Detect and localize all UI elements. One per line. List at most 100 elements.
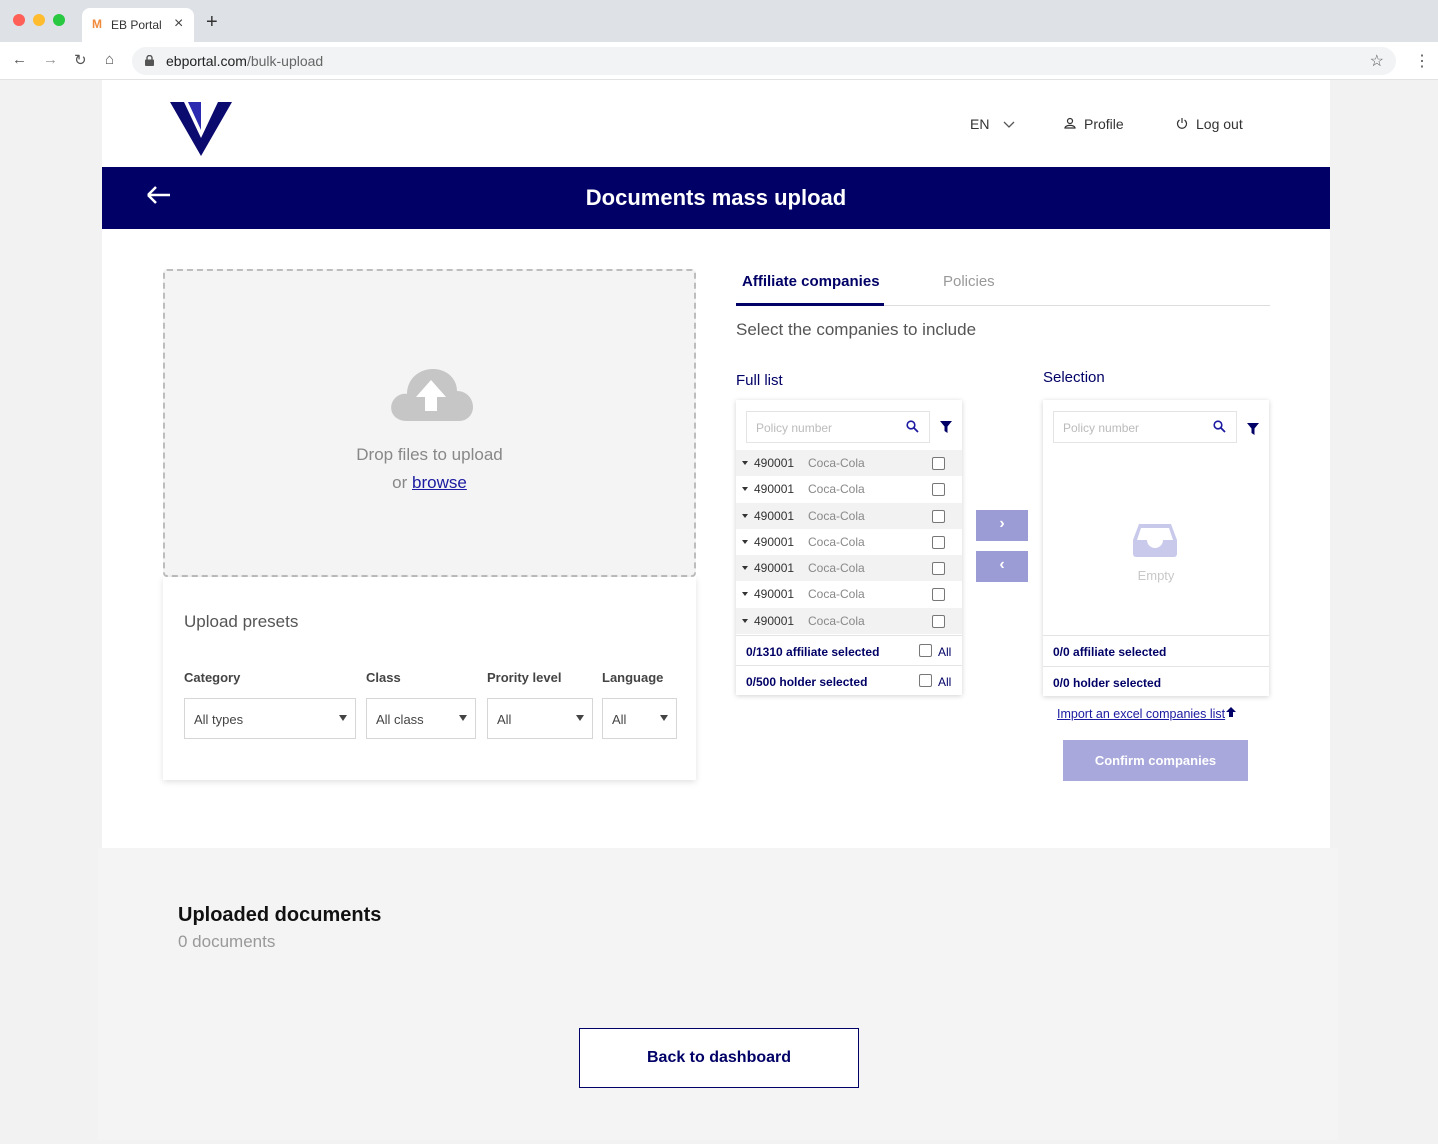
forward-icon[interactable]: → (43, 51, 58, 68)
language-selector[interactable]: EN (970, 116, 1015, 132)
full-list-panel: Policy number 490001 Coca-Cola 490001 Coca… (736, 400, 962, 695)
category-select[interactable]: All types (184, 698, 356, 739)
uploaded-documents-title: Uploaded documents (178, 904, 382, 926)
url-field[interactable]: ebportal.com/bulk-upload ☆ (132, 47, 1396, 75)
priority-select[interactable]: All (487, 698, 593, 739)
tab-close-icon[interactable]: × (174, 15, 183, 33)
favicon-icon: M (92, 17, 102, 31)
language-label: Language (602, 670, 664, 685)
lock-icon (145, 55, 154, 66)
new-tab-button[interactable]: + (206, 12, 218, 32)
maximize-window-dot[interactable] (53, 14, 65, 26)
chevron-left-icon: ‹ (999, 556, 1005, 573)
select-all-label: All (938, 675, 952, 689)
expand-caret-icon[interactable] (742, 592, 748, 596)
affiliate-selected-row: 0/1310 affiliate selected All (736, 635, 962, 665)
list-item[interactable]: 490001 Coca-Cola (736, 476, 962, 502)
row-checkbox[interactable] (932, 510, 945, 523)
dropzone-text: Drop files to upload (356, 445, 503, 464)
logout-label: Log out (1196, 116, 1243, 132)
import-excel-link[interactable]: Import an excel companies list (1057, 707, 1237, 721)
browse-link[interactable]: browse (412, 473, 467, 492)
filter-icon[interactable] (1247, 423, 1259, 435)
tab-title: EB Portal (111, 18, 162, 32)
language-select[interactable]: All (602, 698, 677, 739)
cloud-upload-icon (391, 369, 473, 421)
browser-tab[interactable]: M EB Portal × (82, 8, 194, 42)
row-checkbox[interactable] (932, 615, 945, 628)
select-instruction: Select the companies to include (736, 320, 977, 339)
class-select[interactable]: All class (366, 698, 476, 739)
tab-policies[interactable]: Policies (943, 273, 995, 290)
language-value: All (612, 712, 627, 727)
empty-state-text: Empty (1137, 568, 1175, 583)
uploaded-documents-section: Uploaded documents 0 documents Back to d… (98, 848, 1338, 1140)
row-checkbox[interactable] (932, 457, 945, 470)
list-item[interactable]: 490001 Coca-Cola (736, 503, 962, 529)
page-banner: Documents mass upload (102, 167, 1330, 229)
file-dropzone[interactable]: Drop files to upload or browse (163, 269, 696, 577)
browser-menu-icon[interactable]: ⋮ (1414, 51, 1430, 71)
selection-title: Selection (1043, 369, 1105, 386)
search-icon[interactable] (906, 420, 919, 433)
selection-holder-row: 0/0 holder selected (1043, 666, 1269, 696)
category-value: All types (194, 712, 244, 727)
expand-caret-icon[interactable] (742, 566, 748, 570)
dropdown-arrow-icon (660, 715, 668, 721)
list-item[interactable]: 490001 Coca-Cola (736, 581, 962, 607)
expand-caret-icon[interactable] (742, 540, 748, 544)
priority-value: All (497, 712, 512, 727)
filter-icon[interactable] (940, 421, 952, 433)
expand-caret-icon[interactable] (742, 619, 748, 623)
list-item[interactable]: 490001 Coca-Cola (736, 555, 962, 581)
minimize-window-dot[interactable] (33, 14, 45, 26)
row-checkbox[interactable] (932, 536, 945, 549)
brand-logo (170, 102, 232, 156)
list-item[interactable]: 490001 Coca-Cola (736, 450, 962, 476)
user-icon (1064, 117, 1076, 129)
reload-icon[interactable]: ↻ (74, 51, 87, 69)
page-title: Documents mass upload (585, 185, 847, 210)
list-item[interactable]: 490001 Coca-Cola (736, 608, 962, 634)
row-checkbox[interactable] (932, 483, 945, 496)
active-tab-indicator (736, 303, 884, 306)
bookmark-star-icon[interactable]: ☆ (1370, 51, 1384, 71)
row-checkbox[interactable] (932, 562, 945, 575)
back-icon[interactable]: ← (12, 51, 27, 68)
holder-selected-count: 0/500 holder selected (746, 675, 868, 689)
upload-presets-panel: Upload presets Category Class Prority le… (163, 577, 696, 780)
logout-link[interactable]: Log out (1176, 116, 1243, 132)
confirm-companies-button[interactable]: Confirm companies (1063, 740, 1248, 781)
url-path: /bulk-upload (246, 53, 324, 69)
full-list-search-input[interactable]: Policy number (746, 411, 930, 443)
class-label: Class (366, 670, 401, 685)
dropzone-or: or (392, 473, 408, 492)
priority-label: Prority level (487, 670, 562, 685)
select-all-holders-checkbox[interactable] (919, 674, 932, 687)
empty-inbox-icon (1133, 524, 1177, 557)
list-item[interactable]: 490001 Coca-Cola (736, 529, 962, 555)
search-placeholder: Policy number (756, 421, 833, 435)
selection-search-input[interactable]: Policy number (1053, 411, 1237, 443)
select-all-affiliates-checkbox[interactable] (919, 644, 932, 657)
selection-holder-count: 0/0 holder selected (1053, 676, 1162, 690)
close-window-dot[interactable] (13, 14, 25, 26)
remove-from-selection-button[interactable]: ‹ (976, 551, 1028, 582)
back-to-dashboard-button[interactable]: Back to dashboard (579, 1028, 859, 1088)
selection-panel: Policy number Empty 0/0 affiliate select… (1043, 400, 1269, 696)
expand-caret-icon[interactable] (742, 514, 748, 518)
expand-caret-icon[interactable] (742, 461, 748, 465)
profile-link[interactable]: Profile (1064, 116, 1124, 132)
address-bar: ← → ↻ ⌂ ebportal.com/bulk-upload ☆ ⋮ (0, 42, 1438, 80)
add-to-selection-button[interactable]: › (976, 510, 1028, 541)
class-value: All class (376, 712, 424, 727)
power-icon (1176, 118, 1188, 129)
chevron-right-icon: › (999, 515, 1005, 532)
home-icon[interactable]: ⌂ (105, 51, 114, 68)
full-list-title: Full list (736, 372, 783, 389)
search-icon[interactable] (1213, 420, 1226, 433)
tab-affiliate-companies[interactable]: Affiliate companies (742, 273, 880, 290)
dropdown-arrow-icon (459, 715, 467, 721)
expand-caret-icon[interactable] (742, 487, 748, 491)
row-checkbox[interactable] (932, 588, 945, 601)
